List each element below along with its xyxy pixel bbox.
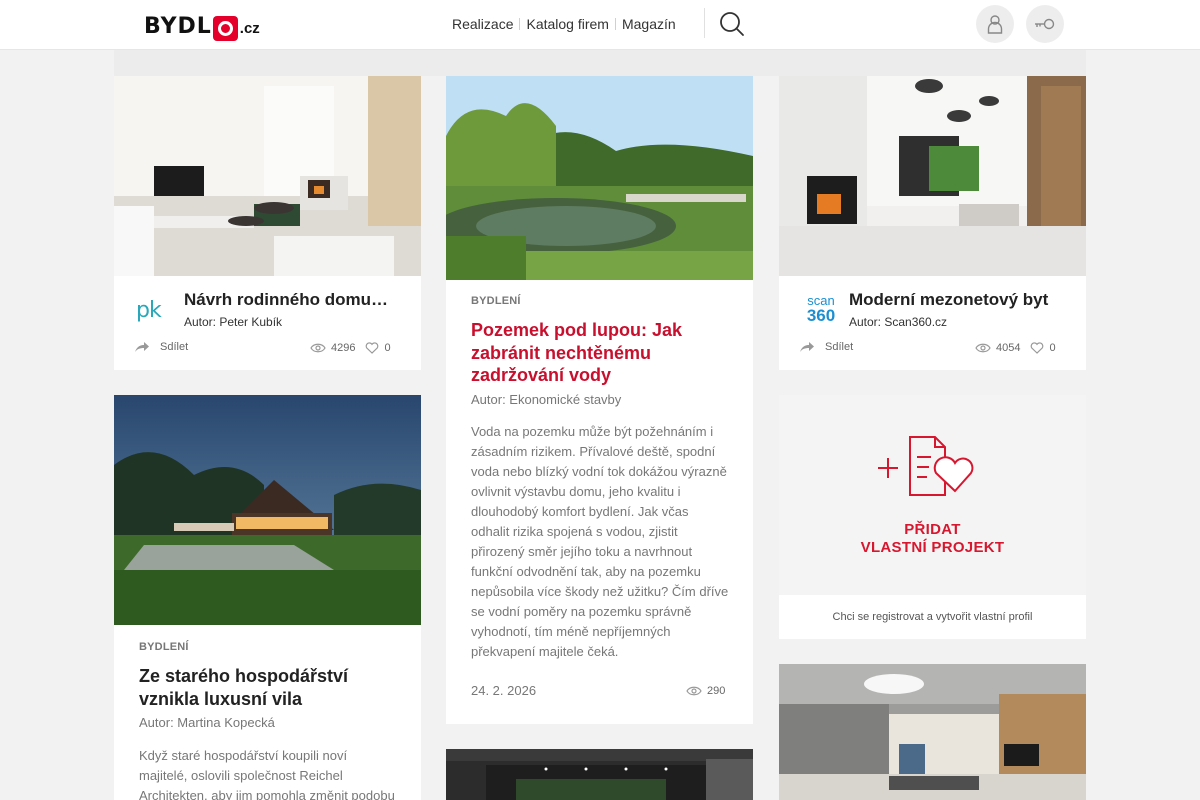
likes-count: 0 (1049, 342, 1056, 354)
nav-divider (704, 8, 705, 38)
main-nav: Realizace Katalog firem Magazín (446, 14, 682, 34)
add-project-banner[interactable]: PŘIDAT VLASTNÍ PROJEKT (779, 395, 1086, 595)
article-author[interactable]: Autor: Martina Kopecká (139, 715, 275, 730)
article-perex: Když staré hospodářství koupili noví maj… (139, 748, 395, 800)
nav-katalog-firem[interactable]: Katalog firem (520, 16, 614, 32)
article-category[interactable]: BYDLENÍ (471, 295, 521, 307)
views-count: 290 (707, 685, 726, 697)
heart-icon[interactable] (1030, 342, 1044, 354)
share-icon (135, 342, 149, 352)
article-stats: 290 (686, 685, 725, 697)
views-count: 4054 (996, 342, 1021, 354)
add-project-label[interactable]: PŘIDAT VLASTNÍ PROJEKT (779, 521, 1086, 557)
apartment-interior-photo (779, 664, 1086, 800)
project-stats: 4054 0 (975, 342, 1056, 354)
add-document-icon (878, 436, 974, 496)
site-logo[interactable]: BYDL .cz (144, 12, 260, 41)
add-project-label-line1: PŘIDAT (904, 521, 961, 538)
interior-photo (446, 749, 753, 800)
logo-o-mark (212, 16, 238, 41)
views-count: 4296 (331, 342, 356, 354)
share-icon (800, 342, 814, 352)
mezonet-interior-photo (779, 76, 1086, 276)
author-logo: pk (136, 298, 172, 324)
add-project-card[interactable]: PŘIDAT VLASTNÍ PROJEKT Chci se registrov… (779, 395, 1086, 639)
user-account-button[interactable] (976, 5, 1014, 43)
nav-realizace[interactable]: Realizace (446, 16, 519, 32)
share-button[interactable]: Sdílet (799, 341, 853, 353)
author-logo-text: pk (136, 298, 162, 323)
register-link[interactable]: Chci se registrovat a vytvořit vlastní p… (779, 611, 1086, 623)
heart-icon[interactable] (365, 342, 379, 354)
project-author[interactable]: Autor: Peter Kubík (184, 315, 282, 329)
pond-photo (446, 76, 753, 280)
search-icon[interactable] (718, 10, 746, 38)
project-card[interactable] (779, 664, 1086, 800)
likes-count: 0 (384, 342, 391, 354)
user-icon (987, 15, 1003, 34)
article-category[interactable]: BYDLENÍ (139, 641, 189, 653)
article-card[interactable] (446, 749, 753, 800)
content-top-strip (114, 50, 1086, 76)
nav-magazin[interactable]: Magazín (616, 16, 682, 32)
login-button[interactable] (1026, 5, 1064, 43)
author-logo-number: 360 (806, 306, 836, 325)
article-card[interactable]: BYDLENÍ Pozemek pod lupou: Jak zabránit … (446, 76, 753, 724)
project-title[interactable]: Návrh rodinného domu… (184, 290, 406, 310)
article-title[interactable]: Ze starého hospodářství vznikla luxusní … (139, 665, 399, 710)
share-label: Sdílet (825, 341, 854, 353)
logo-suffix: .cz (239, 20, 260, 37)
article-card[interactable]: BYDLENÍ Ze starého hospodářství vznikla … (114, 395, 421, 800)
project-title[interactable]: Moderní mezonetový byt (849, 290, 1071, 310)
author-logo: scan 360 (801, 294, 841, 328)
site-header: BYDL .cz Realizace Katalog firem Magazín (0, 0, 1200, 50)
key-icon (1035, 18, 1055, 30)
share-label: Sdílet (160, 341, 189, 353)
project-card[interactable]: scan 360 Moderní mezonetový byt Autor: S… (779, 76, 1086, 370)
article-perex: Voda na pozemku může být požehnáním i zá… (471, 424, 729, 659)
article-title[interactable]: Pozemek pod lupou: Jak zabránit nechtěné… (471, 319, 731, 387)
eye-icon (686, 686, 702, 696)
article-author[interactable]: Autor: Ekonomické stavby (471, 392, 621, 407)
eye-icon (310, 343, 326, 353)
project-author[interactable]: Autor: Scan360.cz (849, 315, 947, 329)
living-room-photo (114, 76, 421, 276)
project-card[interactable]: pk Návrh rodinného domu… Autor: Peter Ku… (114, 76, 421, 370)
share-button[interactable]: Sdílet (134, 341, 188, 353)
project-stats: 4296 0 (310, 342, 391, 354)
article-date: 24. 2. 2026 (471, 683, 537, 698)
add-project-label-line2: VLASTNÍ PROJEKT (860, 539, 1005, 556)
villa-photo (114, 395, 421, 625)
logo-text: BYDL (144, 14, 212, 39)
eye-icon (975, 343, 991, 353)
